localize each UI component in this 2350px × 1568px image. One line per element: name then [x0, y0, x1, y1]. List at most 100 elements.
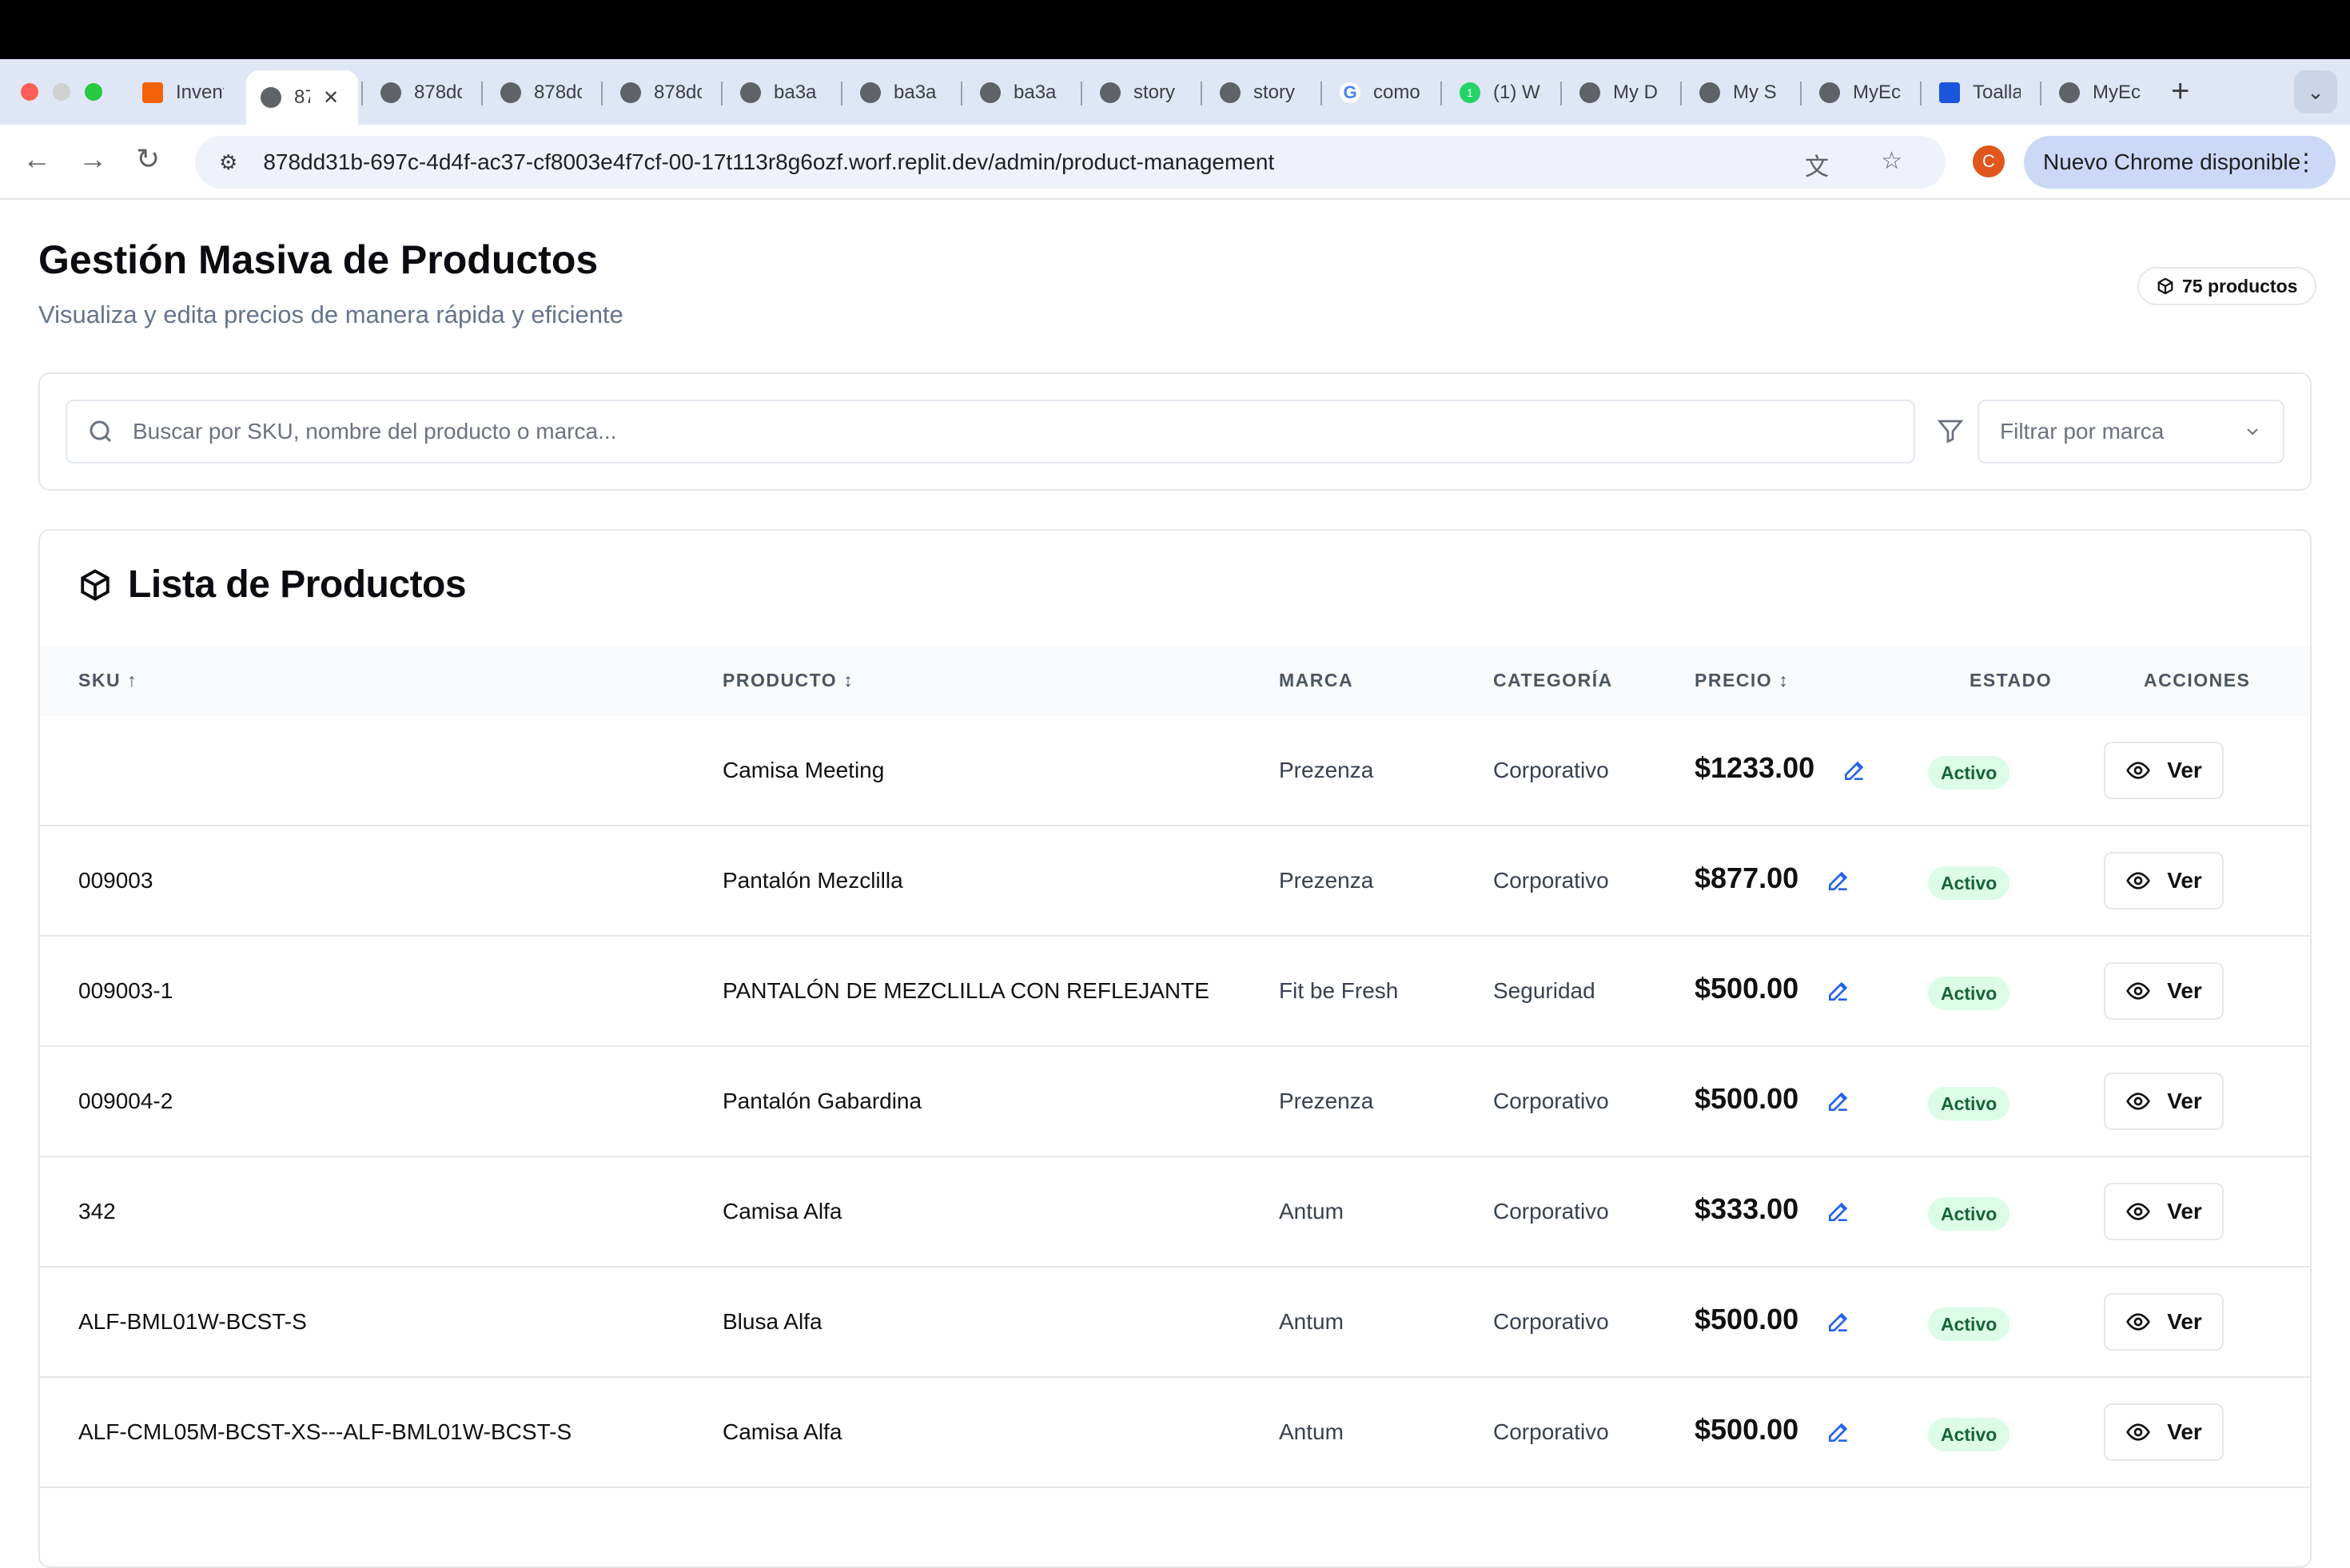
category-cell: Corporativo — [1493, 868, 1609, 893]
brand-cell: Prezenza — [1279, 758, 1374, 782]
new-tab-button[interactable]: + — [2171, 74, 2189, 109]
tab-title: (1) W — [1493, 82, 1540, 103]
tab-title: My S — [1733, 82, 1777, 103]
browser-tab[interactable]: 878dd31b ✕ — [246, 70, 358, 125]
globe-icon — [1100, 82, 1121, 103]
edit-price-icon[interactable] — [1826, 1309, 1851, 1335]
view-button[interactable]: Ver — [2104, 1293, 2224, 1351]
tab-separator — [1440, 82, 1442, 105]
eye-icon — [2126, 1423, 2151, 1441]
tab-search-button[interactable]: ⌄ — [2294, 70, 2337, 113]
browser-tab[interactable]: 1 (1) W — [1445, 72, 1557, 113]
browser-tab[interactable]: MyEc — [1805, 72, 1917, 113]
tab-separator — [961, 82, 962, 105]
browser-tab[interactable]: MyEc — [2045, 72, 2157, 113]
chrome-update-button[interactable]: Nuevo Chrome disponible ⋮ — [2024, 136, 2336, 189]
search-icon — [90, 420, 112, 443]
browser-tab[interactable]: 878dd31b — [366, 72, 478, 113]
view-button[interactable]: Ver — [2104, 1183, 2224, 1240]
tab-separator — [1920, 82, 1922, 105]
globe-icon — [380, 82, 401, 103]
browser-tab[interactable]: My D — [1565, 72, 1677, 113]
minimize-window-button[interactable] — [53, 83, 70, 101]
maximize-window-button[interactable] — [85, 83, 102, 101]
profile-avatar[interactable]: C — [1973, 145, 2005, 177]
globe-icon — [1220, 82, 1241, 103]
price-cell: $500.00 — [1695, 1413, 1799, 1446]
browser-tab[interactable]: ba3a — [966, 72, 1077, 113]
tab-separator — [2040, 82, 2041, 105]
browser-tab[interactable]: 878dd31b — [606, 72, 718, 113]
view-button[interactable]: Ver — [2104, 1403, 2224, 1461]
edit-price-icon[interactable] — [1826, 868, 1851, 893]
table-row: Camisa Meeting Prezenza Corporativo $1233.0… — [40, 716, 2310, 826]
edit-price-icon[interactable] — [1826, 978, 1851, 1004]
tab-title: Inventario — [176, 82, 224, 103]
column-estado: ESTADO — [1970, 670, 2053, 690]
browser-tab[interactable]: ba3a — [726, 72, 838, 113]
back-icon[interactable]: ← — [22, 142, 51, 176]
reload-icon[interactable]: ↻ — [136, 142, 160, 176]
close-window-button[interactable] — [21, 83, 38, 101]
category-cell: Corporativo — [1493, 1419, 1609, 1444]
view-button-label: Ver — [2167, 868, 2202, 893]
search-input[interactable] — [133, 419, 1891, 444]
site-info-icon[interactable]: ⚙ — [219, 150, 237, 175]
browser-tab[interactable]: Toalla — [1925, 72, 2037, 113]
translate-icon[interactable]: 文 — [1805, 147, 1829, 182]
view-button[interactable]: Ver — [2104, 852, 2224, 909]
bookmark-star-icon[interactable]: ☆ — [1881, 147, 1902, 175]
column-precio[interactable]: PRECIO ↕ — [1695, 670, 1789, 691]
browser-tab[interactable]: Gcomo — [1325, 72, 1437, 113]
eye-icon — [2126, 1313, 2151, 1331]
whatsapp-icon: 1 — [1460, 82, 1480, 103]
view-button-label: Ver — [2167, 1199, 2202, 1224]
brand-filter-placeholder: Filtrar por marca — [2000, 419, 2165, 444]
tab-title: 878dd31b — [654, 82, 702, 103]
brand-filter-select[interactable]: Filtrar por marca — [1978, 400, 2284, 464]
view-button[interactable]: Ver — [2104, 742, 2224, 799]
eye-icon — [2126, 1092, 2151, 1110]
view-button-label: Ver — [2167, 1309, 2202, 1334]
search-box[interactable] — [66, 400, 1915, 464]
edit-price-icon[interactable] — [1826, 1088, 1851, 1114]
browser-tab[interactable]: My S — [1685, 72, 1797, 113]
edit-price-icon[interactable] — [1826, 1419, 1851, 1445]
close-tab-icon[interactable]: ✕ — [323, 86, 339, 109]
browser-tab[interactable]: 878dd31b — [486, 72, 598, 113]
product-name-cell: Camisa Alfa — [723, 1419, 842, 1444]
view-button[interactable]: Ver — [2104, 1073, 2224, 1130]
more-menu-icon[interactable]: ⋮ — [2294, 149, 2318, 177]
edit-price-icon[interactable] — [1842, 758, 1867, 783]
eye-icon — [2126, 1203, 2151, 1220]
mac-menubar — [0, 0, 2350, 59]
tab-separator — [841, 82, 842, 105]
globe-icon — [1579, 82, 1600, 103]
tab-title: MyEc — [2093, 82, 2141, 103]
column-producto[interactable]: PRODUCTO ↕ — [723, 670, 854, 691]
google-icon: G — [1340, 82, 1360, 103]
browser-tab[interactable]: ba3a — [846, 72, 958, 113]
table-row: ALF-CML05M-BCST-XS---ALF-BML01W-BCST-S Ca… — [40, 1378, 2310, 1488]
sku-cell: ALF-CML05M-BCST-XS---ALF-BML01W-BCST-S — [78, 1419, 572, 1444]
price-cell: $500.00 — [1695, 1082, 1799, 1115]
browser-tab[interactable]: Inventario — [128, 72, 240, 113]
price-cell: $1233.00 — [1695, 751, 1815, 784]
update-label: Nuevo Chrome disponible — [2043, 149, 2301, 174]
column-sku[interactable]: SKU ↑ — [78, 670, 137, 691]
browser-tab[interactable]: story — [1085, 72, 1197, 113]
column-marca: MARCA — [1279, 670, 1354, 690]
edit-price-icon[interactable] — [1826, 1199, 1851, 1224]
tab-title: 878dd31b — [414, 82, 462, 103]
brand-cell: Prezenza — [1279, 1088, 1374, 1113]
address-bar[interactable]: ⚙ 878dd31b-697c-4d4f-ac37-cf8003e4f7cf-0… — [195, 136, 1946, 189]
tab-title: ba3a — [774, 82, 817, 103]
forward-icon[interactable]: → — [78, 142, 107, 176]
package-icon — [81, 568, 110, 601]
column-categoria: CATEGORÍA — [1493, 670, 1613, 690]
product-name-cell: Blusa Alfa — [723, 1309, 822, 1334]
sort-asc-icon: ↑ — [126, 670, 137, 690]
view-button[interactable]: Ver — [2104, 962, 2224, 1020]
package-icon — [2157, 277, 2173, 295]
browser-tab[interactable]: story — [1205, 72, 1317, 113]
